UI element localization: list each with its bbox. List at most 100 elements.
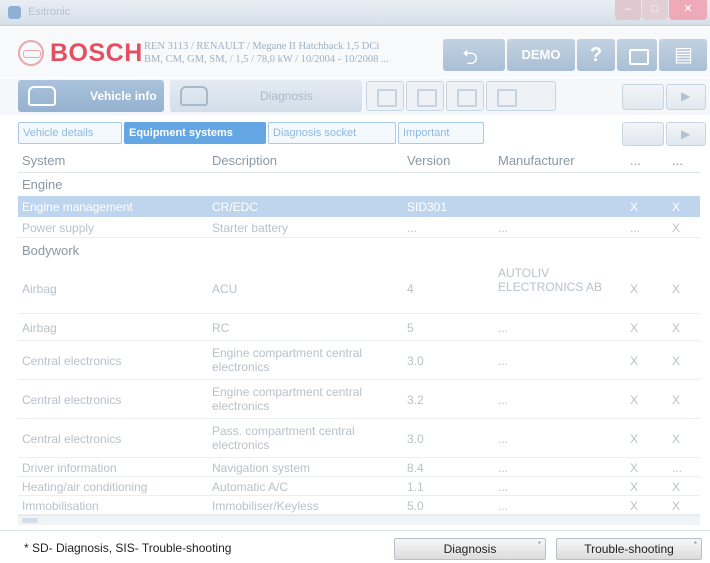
cell-version: 8.4: [407, 461, 424, 475]
table-row[interactable]: Airbag ACU 4 AUTOLIV ELECTRONICS AB X X: [18, 262, 700, 314]
tab-vehicle-info[interactable]: Vehicle info: [18, 80, 164, 112]
cell-manufacturer: ...: [498, 221, 509, 235]
demo-button[interactable]: DEMO: [507, 39, 575, 71]
cell-system: Power supply: [22, 221, 95, 235]
cell-description: CR/EDC: [212, 200, 259, 214]
table-row[interactable]: Central electronics Pass. compartment ce…: [18, 420, 700, 458]
cell-version: ...: [407, 221, 418, 235]
cell-sd: X: [630, 499, 639, 513]
cell-sis: ...: [672, 461, 683, 475]
cell-sis: X: [672, 432, 681, 446]
app-icon: [8, 6, 21, 19]
table-row[interactable]: Driver information Navigation system 8.4…: [18, 459, 700, 477]
horizontal-scrollbar[interactable]: [18, 515, 700, 525]
cell-system: Immobilisation: [22, 499, 99, 513]
tab-vehicle-details[interactable]: Vehicle details: [18, 122, 122, 144]
tab-diagnosis-socket[interactable]: Diagnosis socket: [268, 122, 396, 144]
close-button[interactable]: ✕: [669, 0, 707, 20]
cell-description: Engine compartment central electronics: [212, 346, 363, 374]
cell-manufacturer: ...: [498, 393, 509, 407]
cell-manufacturer: ...: [498, 480, 509, 494]
diagnosis-button[interactable]: Diagnosis *: [394, 538, 546, 560]
cell-sis: X: [672, 221, 681, 235]
cell-sd: X: [630, 461, 639, 475]
subnav-next-arrow-button[interactable]: [666, 122, 706, 146]
cell-sd: X: [630, 321, 639, 335]
equipment-table: System Description Version Manufacturer …: [18, 149, 700, 515]
window-title: Esitronic: [28, 6, 71, 18]
warning-triangle-icon[interactable]: [366, 81, 404, 111]
table-row[interactable]: Heating/air conditioning Automatic A/C 1…: [18, 478, 700, 496]
cell-description: Engine compartment central electronics: [212, 385, 363, 413]
vehicle-spec: BM, CM, GM, SM, / 1,5 / 78,0 kW / 10/200…: [144, 54, 389, 65]
group-label: Bodywork: [22, 243, 80, 258]
table-row[interactable]: Engine management CR/EDC SID301 X X: [18, 196, 700, 217]
car-diagnosis-icon: [180, 86, 208, 106]
column-header-sis[interactable]: ...: [672, 154, 683, 168]
tab-vehicle-info-label: Vehicle info: [90, 89, 157, 103]
vehicle-identifier: REN 3113 / RENAULT / Megane II Hatchback…: [144, 41, 380, 52]
column-header-sd[interactable]: ...: [630, 154, 641, 168]
tab-important[interactable]: Important: [398, 122, 484, 144]
cell-system: Engine management: [22, 200, 133, 214]
nav-button-blank[interactable]: [622, 84, 664, 110]
cell-sd: X: [630, 282, 639, 296]
troubleshooting-button-label: Trouble-shooting: [584, 542, 674, 556]
maximize-button[interactable]: □: [642, 0, 668, 20]
settings-icon[interactable]: [406, 81, 444, 111]
cell-sis: X: [672, 321, 681, 335]
cell-sis: X: [672, 282, 681, 296]
table-row[interactable]: Power supply Starter battery ... ... ...…: [18, 218, 700, 238]
print-button[interactable]: [617, 39, 657, 71]
cell-sd: ...: [630, 221, 641, 235]
brand-name: BOSCH: [50, 39, 143, 67]
document-icon[interactable]: [486, 81, 556, 111]
cell-version: 3.0: [407, 432, 424, 446]
column-header-description[interactable]: Description: [212, 154, 277, 168]
cell-sd: X: [630, 393, 639, 407]
tab-diagnosis[interactable]: Diagnosis: [170, 80, 362, 112]
scrollbar-thumb[interactable]: [22, 518, 38, 523]
table-row[interactable]: Central electronics Engine compartment c…: [18, 342, 700, 380]
cell-system: Heating/air conditioning: [22, 480, 148, 494]
cell-manufacturer: AUTOLIV ELECTRONICS AB: [498, 266, 603, 294]
tab-equipment-systems[interactable]: Equipment systems: [124, 122, 266, 144]
cell-system: Driver information: [22, 461, 117, 475]
back-arrow-button[interactable]: [443, 39, 505, 77]
footer-bar: * SD- Diagnosis, SIS- Trouble-shooting D…: [0, 530, 710, 563]
cell-version: 3.2: [407, 393, 424, 407]
help-label: ?: [589, 44, 603, 66]
app-header: BOSCH REN 3113 / RENAULT / Megane II Hat…: [0, 27, 710, 77]
cell-version: 1.1: [407, 480, 424, 494]
cell-description: Starter battery: [212, 221, 289, 235]
cell-system: Airbag: [22, 282, 57, 296]
cell-version: 3.0: [407, 354, 424, 368]
diagnosis-button-label: Diagnosis: [443, 542, 497, 556]
column-header-system[interactable]: System: [22, 154, 65, 168]
column-header-manufacturer[interactable]: Manufacturer: [498, 154, 575, 168]
column-header-version[interactable]: Version: [407, 154, 450, 168]
vehicle-system-icon[interactable]: [446, 81, 484, 111]
table-row[interactable]: Airbag RC 5 ... X X: [18, 315, 700, 341]
bosch-logo-icon: [18, 40, 44, 66]
cell-description: Automatic A/C: [212, 480, 289, 494]
cell-manufacturer: ...: [498, 321, 509, 335]
table-row[interactable]: Immobilisation Immobiliser/Keyless 5.0 .…: [18, 497, 700, 515]
cell-manufacturer: ...: [498, 461, 509, 475]
car-icon: [28, 86, 56, 106]
cell-description: Immobiliser/Keyless: [212, 499, 319, 513]
help-button[interactable]: ?: [577, 39, 615, 71]
minimize-button[interactable]: –: [615, 0, 641, 20]
cell-manufacturer: ...: [498, 354, 509, 368]
troubleshooting-button[interactable]: Trouble-shooting *: [556, 538, 702, 560]
cell-version: 5.0: [407, 499, 424, 513]
cell-sis: X: [672, 200, 681, 214]
subnav-button-blank[interactable]: [622, 122, 664, 146]
cell-version: SID301: [407, 200, 448, 214]
cell-sd: X: [630, 480, 639, 494]
menu-button[interactable]: [659, 39, 707, 71]
cell-system: Central electronics: [22, 393, 122, 407]
table-row[interactable]: Central electronics Engine compartment c…: [18, 381, 700, 419]
next-arrow-button[interactable]: [666, 84, 706, 110]
cell-sis: X: [672, 393, 681, 407]
